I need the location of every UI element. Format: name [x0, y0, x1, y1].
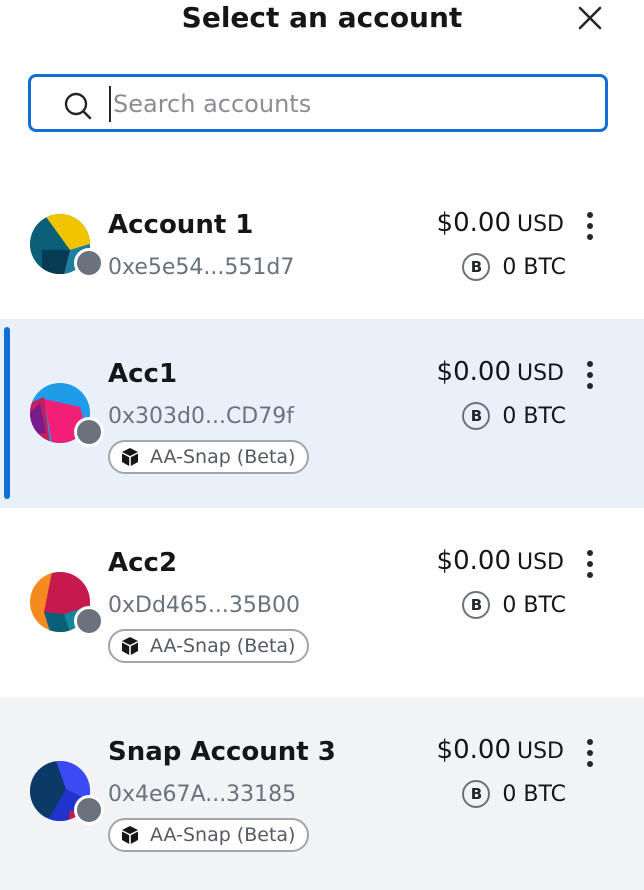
- balance-amount: $0.00: [436, 546, 511, 576]
- btc-balance: B 0 BTC: [462, 402, 566, 430]
- btc-balance-value: 0 BTC: [502, 592, 566, 618]
- snap-tag-label: AA-Snap (Beta): [150, 446, 296, 468]
- snap-cube-icon: [122, 448, 138, 466]
- network-status-dot: [74, 248, 104, 278]
- btc-token-icon: B: [462, 780, 491, 808]
- btc-balance: B 0 BTC: [462, 253, 566, 281]
- account-balance: $0.00 USD: [437, 208, 564, 238]
- modal-header: Select an account: [0, 0, 644, 40]
- balance-currency: USD: [516, 212, 564, 237]
- search-icon: [64, 92, 92, 120]
- account-balance: $0.00 USD: [437, 735, 564, 765]
- account-options-button[interactable]: [578, 737, 602, 769]
- modal-title: Select an account: [181, 1, 463, 34]
- selected-indicator: [4, 327, 10, 499]
- snap-cube-icon: [122, 637, 138, 655]
- close-icon: [578, 6, 602, 30]
- account-options-button[interactable]: [578, 210, 602, 242]
- more-vertical-icon: [587, 361, 593, 389]
- account-address: 0x4e67A...33185: [108, 782, 297, 807]
- account-options-button[interactable]: [578, 548, 602, 580]
- balance-amount: $0.00: [436, 208, 511, 238]
- network-status-dot: [74, 417, 104, 447]
- network-status-dot: [74, 795, 104, 825]
- btc-balance: B 0 BTC: [462, 780, 566, 808]
- btc-token-icon: B: [462, 402, 491, 430]
- btc-token-icon: B: [462, 591, 491, 619]
- account-name: Account 1: [108, 210, 254, 240]
- more-vertical-icon: [587, 550, 593, 578]
- account-options-button[interactable]: [578, 359, 602, 391]
- snap-tag: AA-Snap (Beta): [108, 818, 310, 852]
- snap-tag: AA-Snap (Beta): [108, 440, 310, 474]
- btc-balance-value: 0 BTC: [502, 254, 566, 280]
- snap-cube-icon: [122, 826, 138, 844]
- balance-amount: $0.00: [436, 735, 511, 765]
- account-name: Acc2: [108, 548, 178, 578]
- more-vertical-icon: [587, 739, 593, 767]
- account-address: 0xe5e54...551d7: [108, 255, 295, 280]
- network-status-dot: [74, 606, 104, 636]
- account-address: 0x303d0...CD79f: [108, 404, 294, 429]
- account-name: Acc1: [108, 359, 178, 389]
- balance-amount: $0.00: [436, 357, 511, 387]
- btc-balance: B 0 BTC: [462, 591, 566, 619]
- snap-tag-label: AA-Snap (Beta): [150, 635, 296, 657]
- balance-currency: USD: [516, 361, 564, 386]
- btc-balance-value: 0 BTC: [502, 781, 566, 807]
- balance-currency: USD: [516, 550, 564, 575]
- btc-balance-value: 0 BTC: [502, 403, 566, 429]
- account-selector-modal: Select an account Search accounts Accoun…: [0, 0, 644, 890]
- account-row-acc2[interactable]: Acc2 0xDd465...35B00 AA-Snap (Beta) $0.0…: [0, 508, 644, 697]
- btc-token-icon: B: [462, 253, 491, 281]
- account-address: 0xDd465...35B00: [108, 593, 300, 618]
- search-input[interactable]: [109, 86, 593, 122]
- more-vertical-icon: [587, 212, 593, 240]
- snap-tag: AA-Snap (Beta): [108, 629, 310, 663]
- close-button[interactable]: [574, 2, 606, 34]
- balance-currency: USD: [516, 739, 564, 764]
- account-row-snap-account-3[interactable]: Snap Account 3 0x4e67A...33185 AA-Snap (…: [0, 697, 644, 890]
- account-row-account-1[interactable]: Account 1 0xe5e54...551d7 $0.00 USD B 0 B…: [0, 178, 644, 319]
- account-balance: $0.00 USD: [437, 357, 564, 387]
- account-row-acc1[interactable]: Acc1 0x303d0...CD79f AA-Snap (Beta) $0.0…: [0, 319, 644, 508]
- account-name: Snap Account 3: [108, 737, 336, 767]
- snap-tag-label: AA-Snap (Beta): [150, 824, 296, 846]
- search-field[interactable]: [28, 74, 608, 132]
- account-balance: $0.00 USD: [437, 546, 564, 576]
